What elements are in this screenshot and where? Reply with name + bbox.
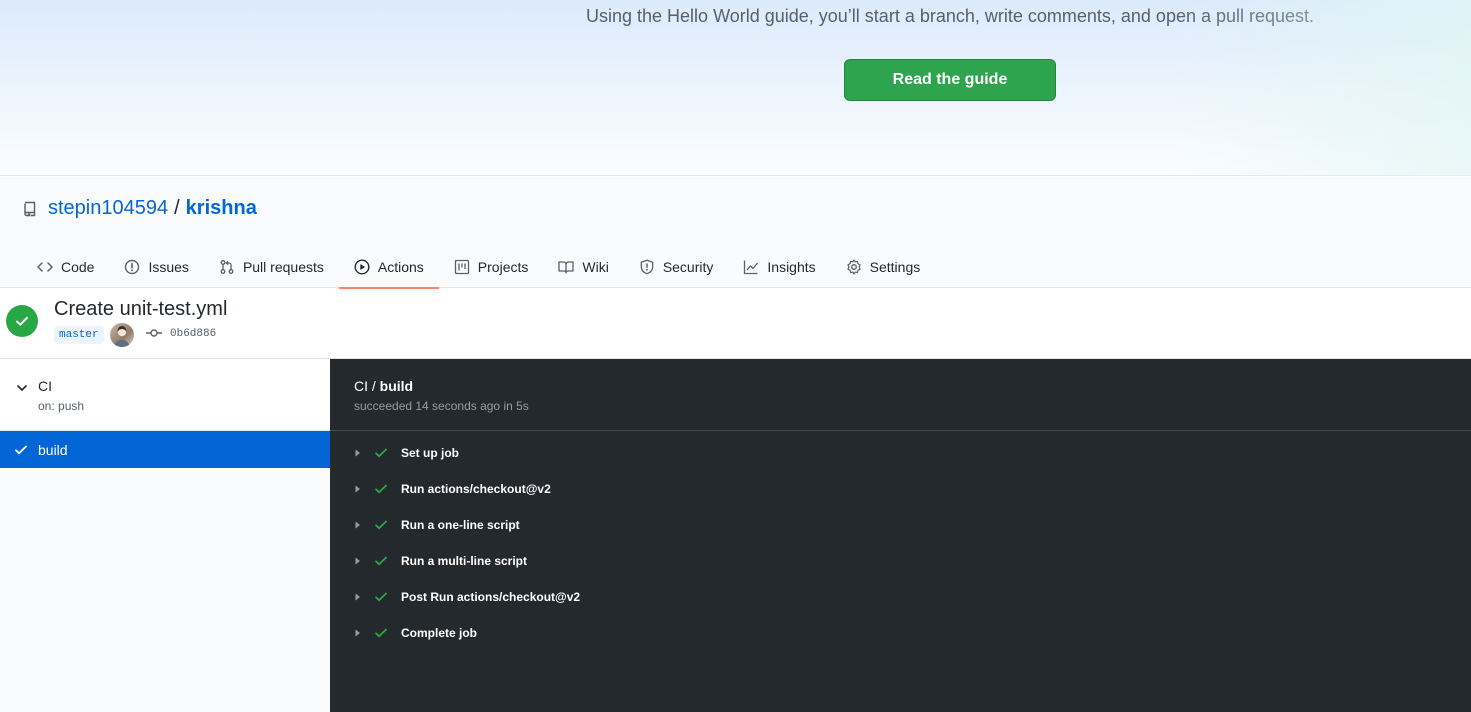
- gear-icon: [847, 258, 861, 275]
- banner-text: Using the Hello World guide, you’ll star…: [586, 6, 1315, 26]
- check-icon: [375, 484, 387, 494]
- step-name: Run actions/checkout@v2: [401, 482, 551, 496]
- workflow-sidebar: CI on: push build: [0, 360, 330, 712]
- repo-header: stepin104594 / krishna Code Issues Pull …: [0, 177, 1471, 289]
- step-name: Run a multi-line script: [401, 554, 528, 568]
- tab-label: Pull requests: [242, 258, 324, 275]
- read-guide-button[interactable]: Read the guide: [844, 59, 1056, 101]
- check-icon: [375, 448, 387, 458]
- check-icon: [15, 445, 27, 455]
- project-icon: [454, 259, 469, 274]
- tab-code[interactable]: Code: [22, 245, 109, 288]
- repo-separator: /: [174, 197, 180, 219]
- commit-sha-link[interactable]: 0b6d886: [170, 328, 216, 340]
- play-icon: [354, 258, 370, 275]
- tab-settings[interactable]: Settings: [831, 245, 936, 288]
- check-icon: [375, 520, 387, 530]
- check-icon: [375, 556, 387, 566]
- repo-name-link[interactable]: krishna: [186, 197, 257, 220]
- run-title: Create unit-test.yml: [54, 298, 228, 320]
- step-row[interactable]: Run a multi-line script: [330, 544, 1471, 578]
- repo-owner-link[interactable]: stepin104594: [48, 197, 168, 220]
- shield-icon: [640, 259, 654, 274]
- job-item-build[interactable]: build: [0, 431, 330, 468]
- caret-right-icon[interactable]: [354, 628, 362, 638]
- repo-title: stepin104594 / krishna: [22, 197, 257, 220]
- tab-label: Issues: [148, 258, 189, 275]
- code-icon: [37, 261, 53, 272]
- issue-icon: [125, 259, 140, 274]
- log-title: CI / build: [354, 378, 413, 394]
- tab-label: Settings: [869, 258, 921, 275]
- step-name: Complete job: [401, 626, 478, 640]
- caret-right-icon[interactable]: [354, 448, 362, 458]
- step-row[interactable]: Complete job: [330, 616, 1471, 650]
- book-icon: [558, 260, 575, 274]
- job-log-panel: CI / build succeeded 14 seconds ago in 5…: [330, 359, 1471, 712]
- step-row[interactable]: Run a one-line script: [330, 508, 1471, 542]
- step-row[interactable]: Run actions/checkout@v2: [330, 472, 1471, 506]
- step-row[interactable]: Set up job: [330, 436, 1471, 470]
- caret-right-icon[interactable]: [354, 592, 362, 602]
- tab-label: Wiki: [582, 258, 609, 275]
- tab-label: Security: [662, 258, 714, 275]
- check-icon: [375, 628, 387, 638]
- log-workflow-name: CI /: [354, 378, 380, 394]
- workflow-name: CI: [38, 378, 52, 394]
- log-job-name: build: [379, 378, 414, 394]
- tab-issues[interactable]: Issues: [109, 245, 203, 288]
- caret-right-icon[interactable]: [354, 556, 362, 566]
- tab-wiki[interactable]: Wiki: [543, 245, 623, 288]
- success-status-icon: [6, 305, 38, 337]
- tab-security[interactable]: Security: [624, 245, 729, 288]
- chevron-down-icon[interactable]: [16, 382, 28, 394]
- step-name: Post Run actions/checkout@v2: [401, 590, 581, 604]
- workflow-trigger: on: push: [38, 399, 85, 413]
- graph-icon: [744, 260, 759, 274]
- branch-tag[interactable]: master: [54, 326, 104, 344]
- log-summary: succeeded 14 seconds ago in 5s: [354, 399, 529, 413]
- commit-icon: [146, 329, 162, 337]
- tab-actions[interactable]: Actions: [338, 245, 439, 289]
- job-name: build: [38, 442, 68, 458]
- tab-pull-requests[interactable]: Pull requests: [204, 245, 339, 288]
- tab-label: Code: [61, 258, 95, 275]
- log-header: CI / build succeeded 14 seconds ago in 5…: [330, 359, 1471, 431]
- tab-label: Actions: [377, 258, 424, 275]
- tab-insights[interactable]: Insights: [728, 245, 830, 288]
- caret-right-icon[interactable]: [354, 484, 362, 494]
- repo-icon: [24, 201, 36, 217]
- step-row[interactable]: Post Run actions/checkout@v2: [330, 580, 1471, 614]
- tab-label: Projects: [477, 258, 529, 275]
- hello-world-banner: Using the Hello World guide, you’ll star…: [0, 0, 1471, 176]
- check-icon: [375, 592, 387, 602]
- workflow-entry[interactable]: CI on: push: [0, 360, 330, 431]
- run-header: Create unit-test.yml master 0b6d886: [0, 289, 1471, 359]
- repo-tabs: Code Issues Pull requests Actions Projec…: [22, 245, 936, 289]
- tab-label: Insights: [767, 258, 816, 275]
- step-name: Set up job: [401, 446, 459, 460]
- tab-projects[interactable]: Projects: [439, 245, 544, 288]
- avatar[interactable]: [110, 323, 134, 347]
- caret-right-icon[interactable]: [354, 520, 362, 530]
- step-name: Run a one-line script: [401, 518, 520, 532]
- pull-request-icon: [220, 259, 234, 274]
